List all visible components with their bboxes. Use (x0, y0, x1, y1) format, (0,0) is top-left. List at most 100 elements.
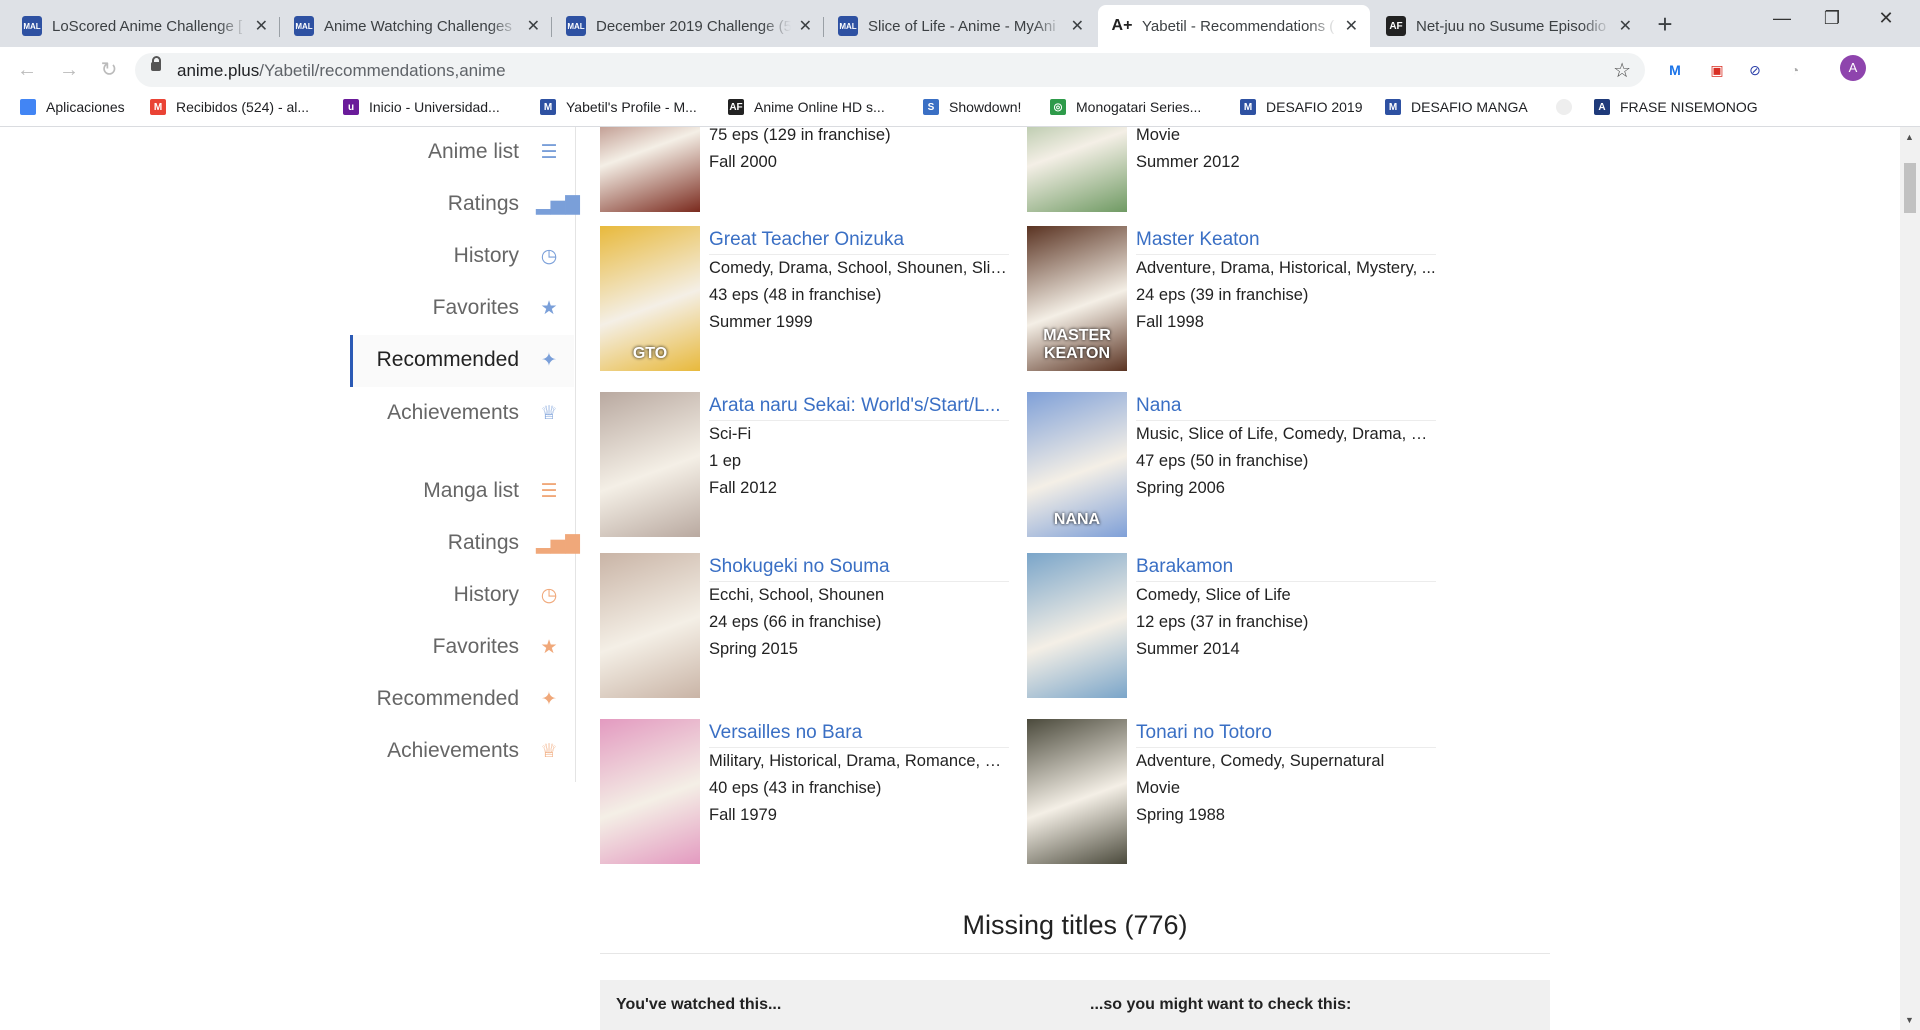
close-window-button[interactable]: ✕ (1866, 8, 1906, 29)
extension-m-icon[interactable]: M (1664, 59, 1686, 81)
tab-yabetil-recommendations[interactable]: A+ Yabetil - Recommendations ( ✕ (1098, 5, 1370, 47)
anime-title-link[interactable]: Nana (1136, 392, 1436, 420)
sidebar-item-manga-list[interactable]: Manga list ☰ (350, 466, 574, 518)
bookmark-monogatari[interactable]: ◎ Monogatari Series... (1050, 99, 1201, 115)
anime-title-link[interactable]: Great Teacher Onizuka (709, 226, 1009, 254)
bookmark-yabetil-profile[interactable]: M Yabetil's Profile - M... (540, 99, 697, 115)
recommendation-card[interactable]: Arata naru Sekai: World's/Start/L... Sci… (600, 392, 1020, 542)
bookmark-frase[interactable]: A FRASE NISEMONOG (1594, 99, 1758, 115)
recommendation-card[interactable]: MASTER KEATON Master Keaton Adventure, D… (1027, 226, 1447, 376)
anime-poster[interactable] (600, 719, 700, 864)
bookmark-desafio-manga[interactable]: M DESAFIO MANGA (1385, 99, 1528, 115)
sidebar-item-anime-list[interactable]: Anime list ☰ (350, 127, 574, 179)
sidebar-item-manga-favorites[interactable]: Favorites ★ (350, 622, 574, 674)
monogatari-icon: ◎ (1050, 99, 1066, 115)
bookmark-gmail[interactable]: M Recibidos (524) - al... (150, 99, 309, 115)
anime-poster[interactable]: MASTER KEATON (1027, 226, 1127, 371)
sidebar-item-anime-recommended[interactable]: Recommended ✦ (350, 335, 574, 387)
recommendation-card[interactable]: NANA Nana Music, Slice of Life, Comedy, … (1027, 392, 1447, 542)
address-bar[interactable]: anime.plus/Yabetil/recommendations,anime… (135, 53, 1645, 87)
tab-slice-of-life[interactable]: MAL Slice of Life - Anime - MyAni ✕ (824, 5, 1096, 47)
close-icon[interactable]: ✕ (1071, 16, 1084, 36)
extension-grey-icon[interactable]: ◔ (1784, 59, 1806, 81)
sidebar-item-manga-achievements[interactable]: Achievements ♕ (350, 726, 574, 778)
mal-icon: MAL (566, 16, 586, 36)
sidebar-item-anime-history[interactable]: History ◷ (350, 231, 574, 283)
page-scrollbar[interactable]: ▲ ▼ (1900, 127, 1920, 1030)
anime-poster[interactable] (600, 392, 700, 537)
tab-anime-watching-challenges[interactable]: MAL Anime Watching Challenges ✕ (280, 5, 552, 47)
extension-pocket-icon[interactable]: ▣ (1706, 59, 1728, 81)
anime-title-link[interactable]: Shokugeki no Souma (709, 553, 1009, 581)
sidebar-item-anime-favorites[interactable]: Favorites ★ (350, 283, 574, 335)
bookmark-anime-online[interactable]: AF Anime Online HD s... (728, 99, 885, 115)
anime-genres: Military, Historical, Drama, Romance, S.… (709, 747, 1009, 775)
tab-december-challenge[interactable]: MAL December 2019 Challenge (5 ✕ (552, 5, 824, 47)
close-icon[interactable]: ✕ (1345, 16, 1358, 36)
close-icon[interactable]: ✕ (255, 16, 268, 36)
close-icon[interactable]: ✕ (799, 16, 812, 36)
chart-icon: ▂▅▇ (536, 194, 580, 215)
anime-title-link[interactable]: Versailles no Bara (709, 719, 1009, 747)
anime-poster[interactable] (1027, 719, 1127, 864)
bookmark-desafio-2019[interactable]: M DESAFIO 2019 (1240, 99, 1363, 115)
minimize-button[interactable]: — (1762, 8, 1802, 29)
sidebar-item-label: Manga list (423, 479, 519, 502)
tab-net-juu[interactable]: AF Net-juu no Susume Episodio ✕ (1372, 5, 1644, 47)
column-header-watched: You've watched this... (616, 996, 782, 1013)
anime-genres: Sci-Fi (709, 420, 1009, 448)
recommendation-card[interactable]: Barakamon Comedy, Slice of Life 12 eps (… (1027, 553, 1447, 703)
recommendation-card[interactable]: Versailles no Bara Military, Historical,… (600, 719, 1020, 869)
sidebar-item-manga-recommended[interactable]: Recommended ✦ (350, 674, 574, 726)
sidebar-item-anime-ratings[interactable]: Ratings ▂▅▇ (350, 179, 580, 231)
list-icon: ☰ (540, 481, 558, 502)
scroll-down-arrow-icon[interactable]: ▼ (1905, 1015, 1914, 1025)
back-button[interactable]: ← (14, 57, 40, 83)
sidebar-item-manga-ratings[interactable]: Ratings ▂▅▇ (350, 518, 580, 570)
recommendation-card[interactable]: Movie Summer 2012 (1027, 127, 1447, 217)
recommendation-card[interactable]: Tonari no Totoro Adventure, Comedy, Supe… (1027, 719, 1447, 869)
anime-poster[interactable] (1027, 553, 1127, 698)
recommendation-card[interactable]: GTO Great Teacher Onizuka Comedy, Drama,… (600, 226, 1020, 376)
tab-loscored[interactable]: MAL LoScored Anime Challenge [ ✕ (8, 5, 280, 47)
globe-icon (1556, 99, 1572, 115)
url-text[interactable]: anime.plus/Yabetil/recommendations,anime (177, 61, 506, 81)
star-icon: ★ (540, 637, 558, 658)
sidebar-item-anime-achievements[interactable]: Achievements ♕ (350, 388, 574, 440)
scroll-up-arrow-icon[interactable]: ▲ (1905, 132, 1914, 142)
anime-genres: Comedy, Drama, School, Shounen, Slice... (709, 254, 1009, 282)
anime-poster[interactable] (1027, 127, 1127, 212)
close-icon[interactable]: ✕ (527, 16, 540, 36)
scrollbar-thumb[interactable] (1904, 163, 1916, 213)
sidebar-item-label: History (453, 244, 519, 267)
reload-button[interactable]: ↻ (96, 57, 122, 83)
anime-title-link[interactable]: Barakamon (1136, 553, 1436, 581)
bookmark-blank[interactable] (1556, 99, 1582, 115)
anime-poster[interactable]: GTO (600, 226, 700, 371)
bookmark-universidad[interactable]: u Inicio - Universidad... (343, 99, 500, 115)
poster-caption: NANA (1053, 511, 1101, 528)
anime-title-link[interactable]: Tonari no Totoro (1136, 719, 1436, 747)
trophy-icon: ♕ (540, 403, 558, 424)
new-tab-button[interactable]: + (1650, 9, 1680, 39)
bookmark-apps[interactable]: Aplicaciones (20, 99, 125, 115)
sidebar-item-label: Favorites (432, 296, 519, 319)
anime-poster[interactable]: NANA (1027, 392, 1127, 537)
anime-poster[interactable] (600, 553, 700, 698)
anime-episodes: 47 eps (50 in franchise) (1136, 452, 1309, 470)
recommendation-card[interactable]: 75 eps (129 in franchise) Fall 2000 (600, 127, 1020, 217)
anime-title-link[interactable]: Arata naru Sekai: World's/Start/L... (709, 392, 1009, 420)
forward-button[interactable]: → (56, 57, 82, 83)
tab-title: Yabetil - Recommendations ( (1142, 17, 1335, 35)
restore-button[interactable]: ❐ (1812, 8, 1852, 29)
sidebar-item-manga-history[interactable]: History ◷ (350, 570, 574, 622)
close-icon[interactable]: ✕ (1619, 16, 1632, 36)
bookmark-star-icon[interactable]: ☆ (1613, 58, 1631, 83)
page-content: Anime list ☰ Ratings ▂▅▇ History ◷ Favor… (0, 127, 1900, 1030)
extension-block-icon[interactable]: ⊘ (1744, 59, 1766, 81)
anime-poster[interactable] (600, 127, 700, 212)
profile-avatar[interactable]: A (1840, 55, 1866, 81)
recommendation-card[interactable]: Shokugeki no Souma Ecchi, School, Shoune… (600, 553, 1020, 703)
anime-title-link[interactable]: Master Keaton (1136, 226, 1436, 254)
bookmark-showdown[interactable]: S Showdown! (923, 99, 1021, 115)
